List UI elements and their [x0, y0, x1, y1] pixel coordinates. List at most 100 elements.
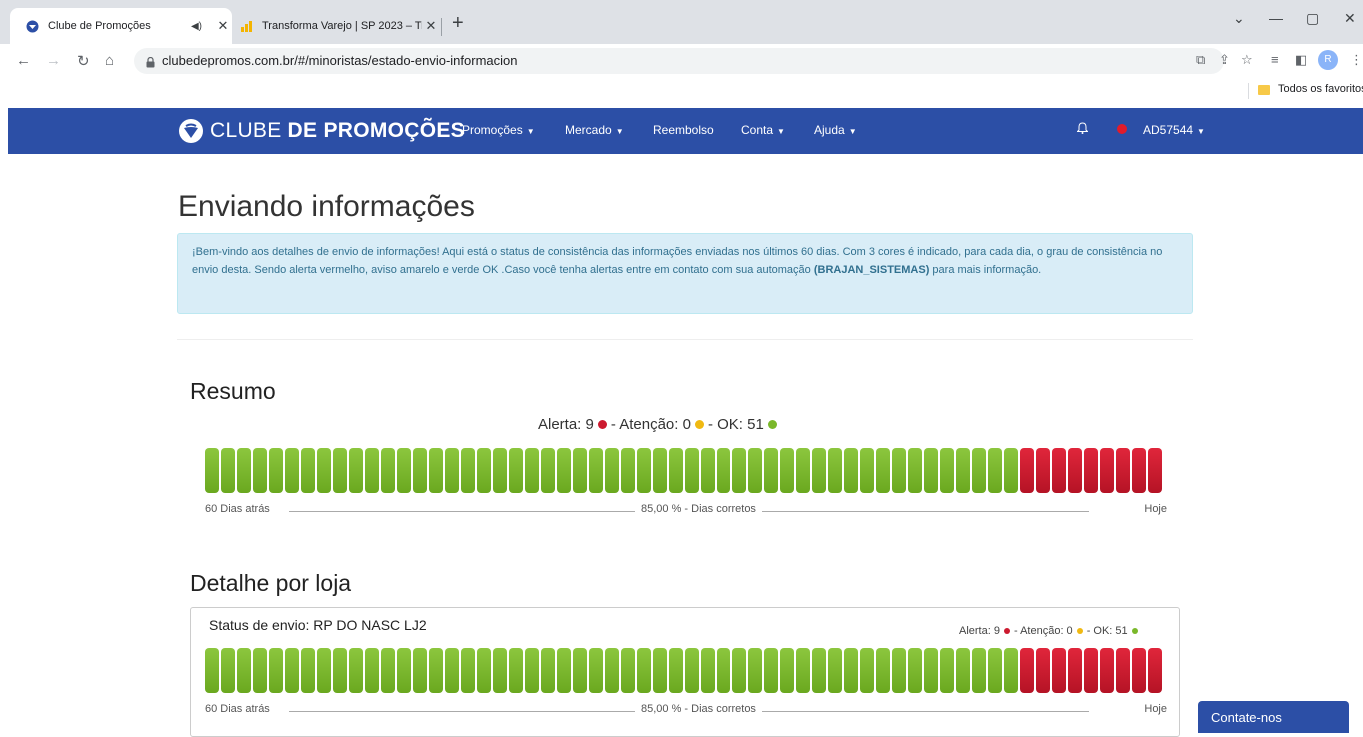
day-bar-ok: [396, 448, 411, 493]
notification-bell-icon[interactable]: [1076, 122, 1089, 137]
caret-down-icon: ▼: [848, 127, 857, 136]
day-bar-ok: [796, 648, 811, 693]
day-bar-ok: [332, 448, 347, 493]
day-bar-ok: [764, 448, 779, 493]
minimize-icon[interactable]: —: [1269, 10, 1283, 26]
profile-avatar[interactable]: R: [1318, 50, 1338, 70]
speaker-icon[interactable]: ◀): [191, 21, 202, 32]
day-bar-ok: [460, 648, 475, 693]
translate-icon[interactable]: ⧉: [1196, 52, 1205, 68]
day-bar-ok: [652, 448, 667, 493]
new-tab-icon[interactable]: +: [452, 12, 464, 35]
menu-promocoes[interactable]: Promoções ▼: [462, 123, 535, 137]
bookmark-star-icon[interactable]: ☆: [1241, 52, 1253, 68]
day-bar-ok: [1004, 448, 1019, 493]
menu-kebab-icon[interactable]: ⋮: [1350, 52, 1363, 68]
day-bar-ok: [348, 448, 363, 493]
side-panel-icon[interactable]: ◧: [1295, 52, 1307, 68]
menu-ajuda[interactable]: Ajuda ▼: [814, 123, 857, 137]
folder-icon[interactable]: [1258, 85, 1270, 95]
tab-clube-de-promocoes[interactable]: Clube de Promoções ◀) ✕: [10, 8, 232, 44]
bookmarks-bar: [0, 80, 1363, 102]
day-bar-ok: [668, 448, 683, 493]
day-bar-ok: [764, 648, 779, 693]
day-bar-alert: [1116, 648, 1131, 693]
reload-icon[interactable]: ↻: [77, 52, 90, 70]
day-bar-ok: [364, 448, 379, 493]
day-bar-ok: [844, 648, 859, 693]
day-bar-ok: [556, 648, 571, 693]
home-icon[interactable]: ⌂: [105, 52, 114, 69]
summary-day-bars: [205, 448, 1163, 493]
restore-icon[interactable]: ▢: [1306, 10, 1319, 27]
day-bar-alert: [1132, 648, 1147, 693]
tab-search-chevron-icon[interactable]: ⌄: [1233, 10, 1245, 27]
day-bar-ok: [684, 648, 699, 693]
detail-title: Detalhe por loja: [190, 570, 352, 596]
day-bar-alert: [1052, 448, 1067, 493]
day-bar-ok: [812, 448, 827, 493]
day-bar-ok: [652, 648, 667, 693]
summary-scale: 60 Dias atrás 85,00 % - Dias corretos Ho…: [205, 503, 1167, 519]
day-bar-alert: [1020, 648, 1035, 693]
store-scale: 60 Dias atrás 85,00 % - Dias corretos Ho…: [205, 703, 1167, 719]
reading-list-icon[interactable]: ≡: [1271, 52, 1279, 67]
menu-mercado[interactable]: Mercado ▼: [565, 123, 624, 137]
day-bar-ok: [524, 648, 539, 693]
day-bar-ok: [364, 648, 379, 693]
all-bookmarks-link[interactable]: Todos os favoritos: [1278, 83, 1363, 95]
day-bar-ok: [780, 648, 795, 693]
close-tab-icon[interactable]: ✕: [214, 18, 232, 34]
day-bar-ok: [588, 448, 603, 493]
day-bar-ok: [268, 448, 283, 493]
day-bar-ok: [780, 448, 795, 493]
day-bar-ok: [492, 448, 507, 493]
day-bar-ok: [236, 448, 251, 493]
day-bar-ok: [636, 448, 651, 493]
day-bar-ok: [1004, 648, 1019, 693]
day-bar-ok: [700, 648, 715, 693]
back-arrow-icon[interactable]: ←: [16, 52, 31, 69]
day-bar-ok: [540, 648, 555, 693]
store-status-title: Status de envio: RP DO NASC LJ2: [209, 617, 427, 633]
day-bar-ok: [508, 448, 523, 493]
day-bar-ok: [860, 448, 875, 493]
day-bar-ok: [636, 648, 651, 693]
day-bar-ok: [972, 448, 987, 493]
scale-end-label: Hoje: [1144, 503, 1167, 515]
day-bar-ok: [940, 648, 955, 693]
close-window-icon[interactable]: ✕: [1344, 10, 1356, 27]
close-tab-icon[interactable]: ✕: [422, 18, 440, 34]
day-bar-ok: [684, 448, 699, 493]
share-icon[interactable]: ⇪: [1219, 52, 1230, 68]
caret-down-icon: ▼: [777, 127, 785, 136]
day-bar-alert: [1068, 648, 1083, 693]
menu-conta[interactable]: Conta ▼: [741, 123, 785, 137]
menu-reembolso[interactable]: Reembolso: [653, 123, 714, 137]
day-bar-alert: [1052, 648, 1067, 693]
tab-transforma-varejo[interactable]: Transforma Varejo | SP 2023 – Tr ✕: [234, 8, 440, 44]
user-menu[interactable]: AD57544 ▼: [1143, 123, 1205, 137]
day-bar-ok: [924, 648, 939, 693]
day-bar-ok: [604, 648, 619, 693]
day-bar-alert: [1100, 448, 1115, 493]
scale-center-label: 85,00 % - Dias corretos: [635, 703, 762, 715]
url-text[interactable]: clubedepromos.com.br/#/minoristas/estado…: [162, 53, 518, 68]
forward-arrow-icon[interactable]: →: [46, 52, 61, 69]
brand-logo[interactable]: CLUBE DE PROMOÇÕES: [178, 116, 465, 146]
day-bar-ok: [492, 648, 507, 693]
day-bar-ok: [205, 648, 219, 693]
contact-us-button[interactable]: Contate-nos: [1198, 701, 1349, 733]
day-bar-ok: [412, 448, 427, 493]
day-bar-ok: [700, 448, 715, 493]
day-bar-ok: [396, 648, 411, 693]
lock-icon[interactable]: [146, 55, 155, 68]
page-title: Enviando informações: [178, 190, 475, 223]
day-bar-ok: [668, 648, 683, 693]
day-bar-ok: [476, 648, 491, 693]
day-bar-ok: [620, 448, 635, 493]
day-bar-ok: [748, 648, 763, 693]
caret-down-icon: ▼: [526, 127, 535, 136]
day-bar-ok: [556, 448, 571, 493]
day-bar-ok: [220, 448, 235, 493]
